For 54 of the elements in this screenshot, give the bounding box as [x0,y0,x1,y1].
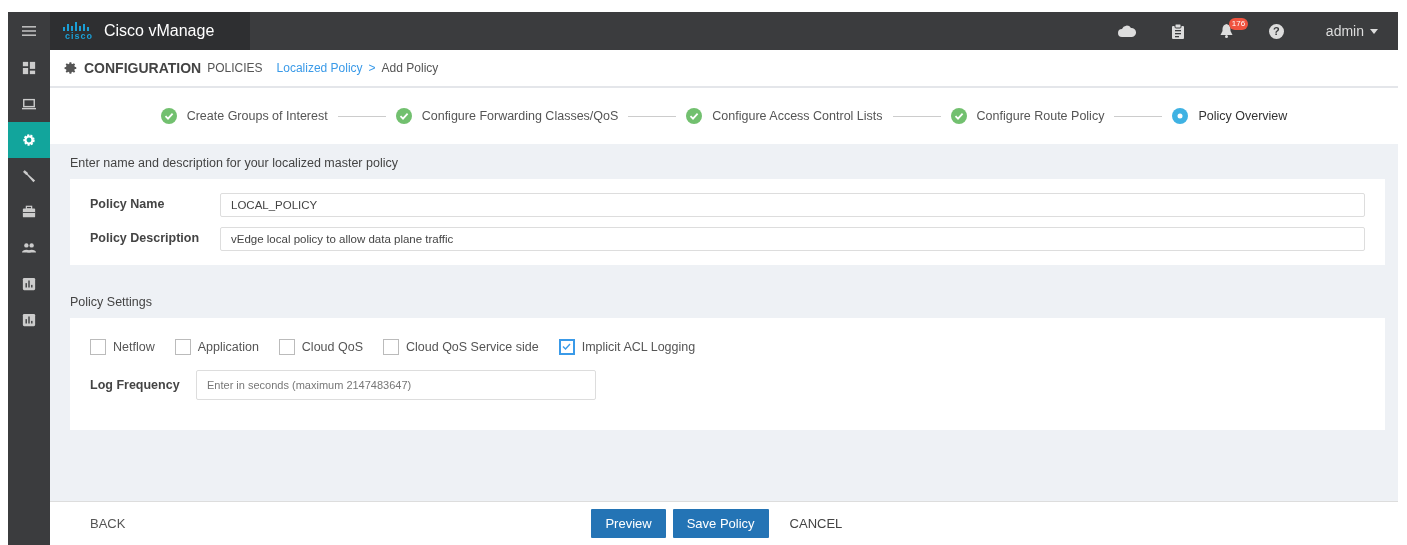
checkbox[interactable] [278,338,295,355]
step-label: Policy Overview [1198,107,1288,125]
chart-icon [22,313,36,327]
checkbox-label: Application [197,338,259,356]
cloud-icon [1117,25,1136,37]
check-icon [562,343,572,351]
checkbox[interactable] [558,338,575,355]
section-heading: Policy Settings [69,293,153,311]
section-heading: Enter name and description for your localized master policy [69,155,399,172]
field-label: Policy Description [90,230,201,248]
step-label: Configure Forwarding Classes/QoS [421,107,619,125]
checkbox-label: Implicit ACL Logging [581,338,696,356]
checkbox-label: Cloud QoS [301,338,363,356]
clipboard-button[interactable] [1171,23,1184,39]
laptop-icon [22,97,36,111]
step-label: Configure Access Control Lists [712,107,883,125]
chart-icon [22,277,36,291]
briefcase-icon [22,205,36,219]
subsection-title: POLICIES [207,60,263,77]
text-field[interactable]: vEdge local policy to allow data plane traffic [220,226,1365,251]
step-label: Create Groups of Interest [186,107,328,125]
notifications-button[interactable] [1219,24,1233,38]
back-button[interactable]: BACK [84,512,132,535]
preview-button[interactable]: Preview [591,508,666,539]
caret-icon [1370,28,1378,34]
bell-icon [1219,24,1233,38]
notification-count: 176 [1228,18,1249,30]
help-button[interactable]: ? [1268,23,1284,39]
section-title: CONFIGURATION [84,58,202,78]
gear-icon [22,133,36,147]
clipboard-icon [1171,23,1184,39]
checkbox[interactable] [90,338,106,355]
dashboard-icon [22,61,36,75]
checkbox-label: Cloud QoS Service side [406,338,539,356]
log-frequency-field[interactable]: Enter in seconds (maximum 2147483647) [196,370,596,401]
field-label: Policy Name [90,196,166,214]
sidebar-item[interactable] [8,122,50,158]
cloud-button[interactable] [1117,25,1136,37]
breadcrumb-current: Add Policy [381,60,439,77]
text-field[interactable]: LOCAL_POLICY [220,192,1365,217]
save-button[interactable]: Save Policy [672,508,769,539]
people-icon [22,241,36,255]
cancel-button[interactable]: CANCEL [783,512,849,535]
gear-icon [64,61,78,75]
logo: cisco [62,21,96,41]
checkbox[interactable] [383,338,399,355]
breadcrumb-separator: > [368,60,376,77]
checkbox[interactable] [174,338,191,355]
menu-icon [22,25,36,37]
user-menu[interactable]: admin [1319,19,1384,43]
app-title: Cisco vManage [104,21,215,41]
field-label: Log Frequency [90,376,181,394]
checkbox-label: Netflow [113,338,155,356]
step-label: Configure Route Policy [976,107,1105,125]
